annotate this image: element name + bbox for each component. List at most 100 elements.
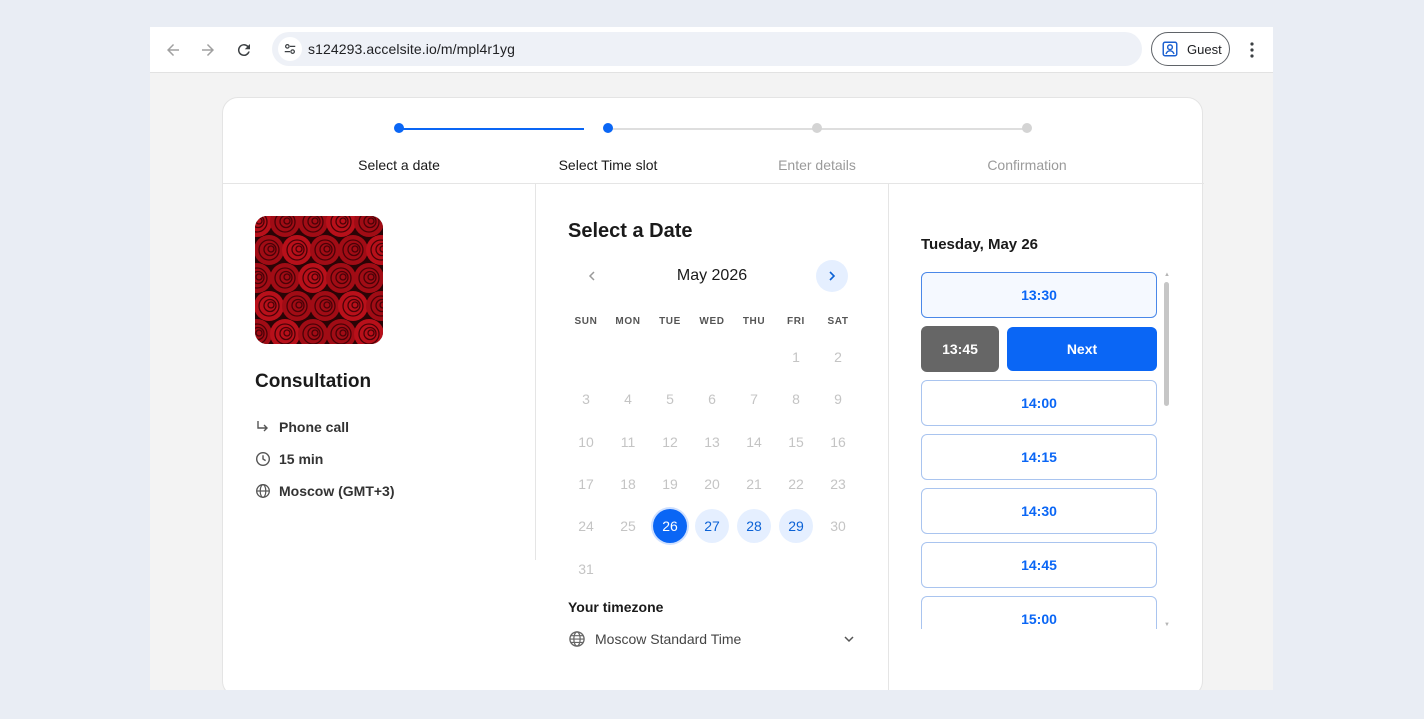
calendar-empty-cell (691, 336, 733, 378)
calendar-day-number: 19 (662, 476, 678, 493)
time-slot-button[interactable]: 14:30 (921, 488, 1157, 534)
calendar-day-disabled: 19 (649, 463, 691, 505)
calendar-day-available[interactable]: 27 (691, 505, 733, 547)
scroll-up-icon[interactable]: ▲ (1163, 272, 1171, 278)
calendar-day-disabled: 21 (733, 463, 775, 505)
next-button[interactable]: Next (1007, 327, 1157, 371)
calendar-day-number: 3 (582, 391, 590, 408)
calendar-day-number: 2 (834, 349, 842, 366)
calendar-day-disabled: 14 (733, 421, 775, 463)
timezone-value: Moscow Standard Time (595, 631, 742, 647)
calendar-day-disabled: 5 (649, 378, 691, 420)
weekday-label: SAT (827, 316, 849, 327)
weekday-label: MON (615, 316, 641, 327)
calendar-day-disabled: 18 (607, 463, 649, 505)
chevron-right-icon (829, 271, 836, 281)
weekday-label: TUE (659, 316, 681, 327)
calendar-week-row: 10 11 12 13 14 15 16 (565, 421, 859, 463)
calendar-day-number: 23 (830, 476, 846, 493)
timezone-select[interactable]: Moscow Standard Time (568, 628, 856, 650)
calendar-empty-cell (649, 336, 691, 378)
calendar-empty-cell (607, 548, 649, 590)
time-slot-button[interactable]: 14:00 (921, 380, 1157, 426)
calendar-day-number: 6 (708, 391, 716, 408)
clock-icon (255, 451, 271, 467)
slot-date-heading: Tuesday, May 26 (921, 236, 1038, 253)
booking-widget: Select a date Select Time slot Enter det… (222, 97, 1204, 690)
calendar-day-available[interactable]: 28 (733, 505, 775, 547)
time-slot-button[interactable]: 14:15 (921, 434, 1157, 480)
calendar-week-row: 12 (565, 336, 859, 378)
profile-button[interactable]: Guest (1151, 32, 1230, 66)
prev-month-button[interactable] (576, 260, 608, 292)
calendar-day-available[interactable]: 29 (775, 505, 817, 547)
more-menu-icon[interactable] (1238, 36, 1266, 64)
time-slots-panel: Tuesday, May 26 13:30 13:45 Next 14:00 14:15… (888, 184, 1203, 690)
next-month-button[interactable] (816, 260, 848, 292)
calendar-grid: SUN MON TUE WED THU FRI SAT 1 2 3 4 5 6 7 8 9 10 11 12 13 1… (565, 308, 859, 590)
step-dot-select-date (394, 123, 404, 133)
slot-list-scrollbar[interactable]: ▲ ▼ (1163, 272, 1171, 629)
calendar-day-disabled: 25 (607, 505, 649, 547)
calendar-day-number: 22 (788, 476, 804, 493)
calendar-day-selected[interactable]: 26 (649, 505, 691, 547)
site-settings-icon[interactable] (278, 37, 302, 61)
timezone-label: Your timezone (568, 599, 664, 615)
reload-icon[interactable] (230, 36, 258, 64)
calendar-day-number: 26 (653, 509, 687, 544)
calendar-empty-cell (649, 548, 691, 590)
calendar-empty-cell (775, 548, 817, 590)
time-slot-button[interactable]: 15:00 (921, 596, 1157, 629)
calendar-week-row: 3 4 5 6 7 8 9 (565, 378, 859, 420)
chevron-down-icon (844, 636, 854, 643)
browser-toolbar: s124293.accelsite.io/m/mpl4r1yg Guest (150, 27, 1273, 73)
calendar-day-number: 16 (830, 433, 846, 450)
calendar-day-number: 31 (578, 560, 594, 577)
address-bar[interactable]: s124293.accelsite.io/m/mpl4r1yg (272, 32, 1142, 66)
redirect-arrow-icon (257, 421, 268, 432)
calendar-day-disabled: 8 (775, 378, 817, 420)
calendar-day-number: 27 (695, 509, 729, 544)
calendar-day-disabled: 3 (565, 378, 607, 420)
weekday-header-row: SUN MON TUE WED THU FRI SAT (565, 308, 859, 336)
step-dot-confirmation (1022, 123, 1032, 133)
weekday-label: THU (742, 316, 766, 327)
calendar-day-number: 29 (779, 509, 813, 544)
forward-icon[interactable] (194, 36, 222, 64)
calendar-day-number: 7 (750, 391, 758, 408)
calendar-day-disabled: 10 (565, 421, 607, 463)
profile-label: Guest (1187, 41, 1222, 57)
calendar-day-disabled: 23 (817, 463, 859, 505)
service-info-panel: Consultation Phone call 15 min Moscow (G… (223, 184, 536, 560)
step-dot-select-time (603, 123, 613, 133)
step-label-select-date[interactable]: Select a date (319, 157, 479, 173)
calendar-day-disabled: 12 (649, 421, 691, 463)
progress-stepper: Select a date Select Time slot Enter det… (223, 98, 1204, 184)
calendar-day-disabled: 6 (691, 378, 733, 420)
back-icon[interactable] (159, 36, 187, 64)
step-dot-enter-details (812, 123, 822, 133)
calendar-empty-cell (691, 548, 733, 590)
weekday-label: FRI (787, 316, 805, 327)
scroll-down-icon[interactable]: ▼ (1163, 622, 1171, 628)
calendar-week-row: 31 (565, 547, 859, 589)
time-slot-list: 13:30 13:45 Next 14:00 14:15 14:30 14:45 15:00 (921, 272, 1157, 629)
time-slot-button[interactable]: 14:45 (921, 542, 1157, 588)
calendar-empty-cell (733, 548, 775, 590)
calendar-day-disabled: 30 (817, 505, 859, 547)
calendar-day-number: 30 (830, 518, 846, 535)
time-slot-button[interactable]: 13:30 (921, 272, 1157, 318)
scroll-thumb[interactable] (1164, 282, 1169, 406)
chevron-left-icon (588, 271, 595, 281)
calendar-day-disabled: 22 (775, 463, 817, 505)
calendar-day-disabled: 9 (817, 378, 859, 420)
time-slot-selected[interactable]: 13:45 (921, 326, 999, 372)
calendar-day-disabled: 1 (775, 336, 817, 378)
step-label-select-time[interactable]: Select Time slot (528, 157, 688, 173)
service-timezone: Moscow (GMT+3) (255, 483, 395, 499)
service-location: Phone call (255, 419, 349, 435)
calendar-day-number: 18 (620, 476, 636, 493)
calendar-day-number: 21 (746, 476, 762, 493)
calendar-day-disabled: 4 (607, 378, 649, 420)
calendar-empty-cell (733, 336, 775, 378)
